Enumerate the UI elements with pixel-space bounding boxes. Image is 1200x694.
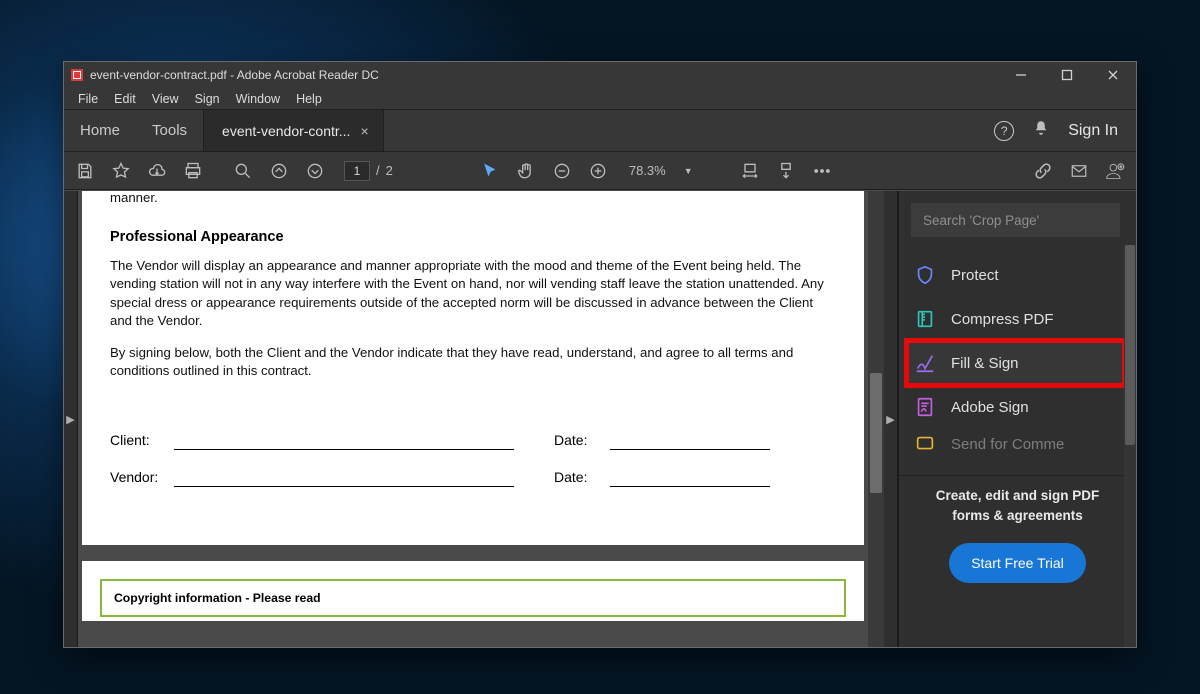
tab-tools[interactable]: Tools <box>136 110 203 151</box>
client-sign-line[interactable] <box>174 433 514 450</box>
label-client: Client: <box>110 431 174 450</box>
search-icon[interactable] <box>232 160 254 182</box>
menu-help[interactable]: Help <box>288 88 330 110</box>
left-panel-handle[interactable]: ▶ <box>64 191 78 647</box>
compress-icon <box>913 307 937 331</box>
doc-scroll-thumb[interactable] <box>870 373 882 493</box>
shield-icon <box>913 263 937 287</box>
tool-send-comments[interactable]: Send for Comme <box>909 429 1122 459</box>
tool-list: Protect Compress PDF Fill & Sign <box>899 247 1136 459</box>
right-panel-handle[interactable]: ▶ <box>884 191 898 647</box>
label-date-2: Date: <box>554 468 610 487</box>
page-down-icon[interactable] <box>304 160 326 182</box>
menubar: File Edit View Sign Window Help <box>64 88 1136 110</box>
email-icon[interactable] <box>1068 160 1090 182</box>
doc-scrollbar[interactable] <box>868 191 884 647</box>
panel-scroll-thumb[interactable] <box>1125 245 1135 445</box>
send-comments-icon <box>913 432 937 456</box>
tab-close-icon[interactable]: × <box>360 123 368 139</box>
copyright-box: Copyright information - Please read <box>100 579 846 617</box>
maximize-button[interactable] <box>1044 62 1090 88</box>
titlebar: event-vendor-contract.pdf - Adobe Acroba… <box>64 62 1136 88</box>
vendor-sign-line[interactable] <box>174 470 514 487</box>
start-free-trial-button[interactable]: Start Free Trial <box>949 543 1086 583</box>
tools-search-input[interactable]: Search 'Crop Page' <box>911 203 1120 237</box>
help-icon[interactable]: ? <box>994 121 1014 141</box>
tool-protect-label: Protect <box>951 267 999 284</box>
tab-home[interactable]: Home <box>64 110 136 151</box>
client-date-line[interactable] <box>610 433 770 450</box>
tab-document[interactable]: event-vendor-contr... × <box>203 110 384 151</box>
select-tool-icon[interactable] <box>479 160 501 182</box>
page-current-input[interactable] <box>344 161 370 181</box>
star-icon[interactable] <box>110 160 132 182</box>
close-button[interactable] <box>1090 62 1136 88</box>
tool-adobe-sign-label: Adobe Sign <box>951 399 1029 416</box>
fill-sign-icon <box>913 351 937 375</box>
menu-window[interactable]: Window <box>228 88 288 110</box>
page-total: 2 <box>386 163 393 178</box>
window-title: event-vendor-contract.pdf - Adobe Acroba… <box>90 68 379 82</box>
content-area: ▶ manner. Professional Appearance The Ve… <box>64 190 1136 647</box>
page-indicator: / 2 <box>344 161 393 181</box>
tab-document-label: event-vendor-contr... <box>222 123 350 139</box>
tool-compress[interactable]: Compress PDF <box>909 297 1122 341</box>
panel-scrollbar[interactable] <box>1124 245 1136 647</box>
zoom-in-icon[interactable] <box>587 160 609 182</box>
tool-compress-label: Compress PDF <box>951 311 1054 328</box>
signature-block: Client: Date: Vendor: Date: <box>110 431 836 488</box>
share-link-icon[interactable] <box>1032 160 1054 182</box>
menu-file[interactable]: File <box>70 88 106 110</box>
tabrow: Home Tools event-vendor-contr... × ? Sig… <box>64 110 1136 152</box>
hand-tool-icon[interactable] <box>515 160 537 182</box>
cloud-icon[interactable] <box>146 160 168 182</box>
fit-width-icon[interactable] <box>739 160 761 182</box>
cut-text: manner. <box>110 191 836 207</box>
page-sep: / <box>376 163 380 178</box>
add-person-icon[interactable] <box>1104 160 1126 182</box>
vendor-date-line[interactable] <box>610 470 770 487</box>
section-heading: Professional Appearance <box>110 227 836 247</box>
signin-link[interactable]: Sign In <box>1068 122 1118 140</box>
label-date-1: Date: <box>554 431 610 450</box>
zoom-out-icon[interactable] <box>551 160 573 182</box>
print-icon[interactable] <box>182 160 204 182</box>
tools-search-placeholder: Search 'Crop Page' <box>923 213 1039 228</box>
document-view[interactable]: manner. Professional Appearance The Vend… <box>78 191 884 647</box>
tool-fill-sign-label: Fill & Sign <box>951 355 1019 372</box>
more-tools-icon[interactable] <box>811 160 833 182</box>
pdf-page-2: Copyright information - Please read <box>82 561 864 621</box>
pdf-page-1: manner. Professional Appearance The Vend… <box>82 191 864 545</box>
minimize-button[interactable] <box>998 62 1044 88</box>
menu-sign[interactable]: Sign <box>187 88 228 110</box>
app-window: event-vendor-contract.pdf - Adobe Acroba… <box>63 61 1137 648</box>
menu-view[interactable]: View <box>144 88 187 110</box>
tool-send-comments-label: Send for Comme <box>951 436 1064 453</box>
bell-icon[interactable] <box>1032 119 1050 142</box>
scroll-mode-icon[interactable] <box>775 160 797 182</box>
pdf-icon <box>70 68 84 82</box>
save-icon[interactable] <box>74 160 96 182</box>
promo-block: Create, edit and sign PDF forms & agreem… <box>899 475 1136 599</box>
tool-protect[interactable]: Protect <box>909 253 1122 297</box>
zoom-value[interactable]: 78.3% <box>623 163 666 178</box>
tool-adobe-sign[interactable]: Adobe Sign <box>909 385 1122 429</box>
adobe-sign-icon <box>913 395 937 419</box>
tools-panel: Search 'Crop Page' Protect Compress PDF <box>898 191 1136 647</box>
paragraph-2: By signing below, both the Client and th… <box>110 344 836 380</box>
menu-edit[interactable]: Edit <box>106 88 144 110</box>
label-vendor: Vendor: <box>110 468 174 487</box>
promo-text: Create, edit and sign PDF forms & agreem… <box>917 486 1118 525</box>
page-up-icon[interactable] <box>268 160 290 182</box>
paragraph-1: The Vendor will display an appearance an… <box>110 257 836 330</box>
toolbar: / 2 78.3% ▼ <box>64 152 1136 190</box>
tool-fill-sign[interactable]: Fill & Sign <box>907 341 1124 385</box>
zoom-dropdown-icon[interactable]: ▼ <box>680 166 693 176</box>
